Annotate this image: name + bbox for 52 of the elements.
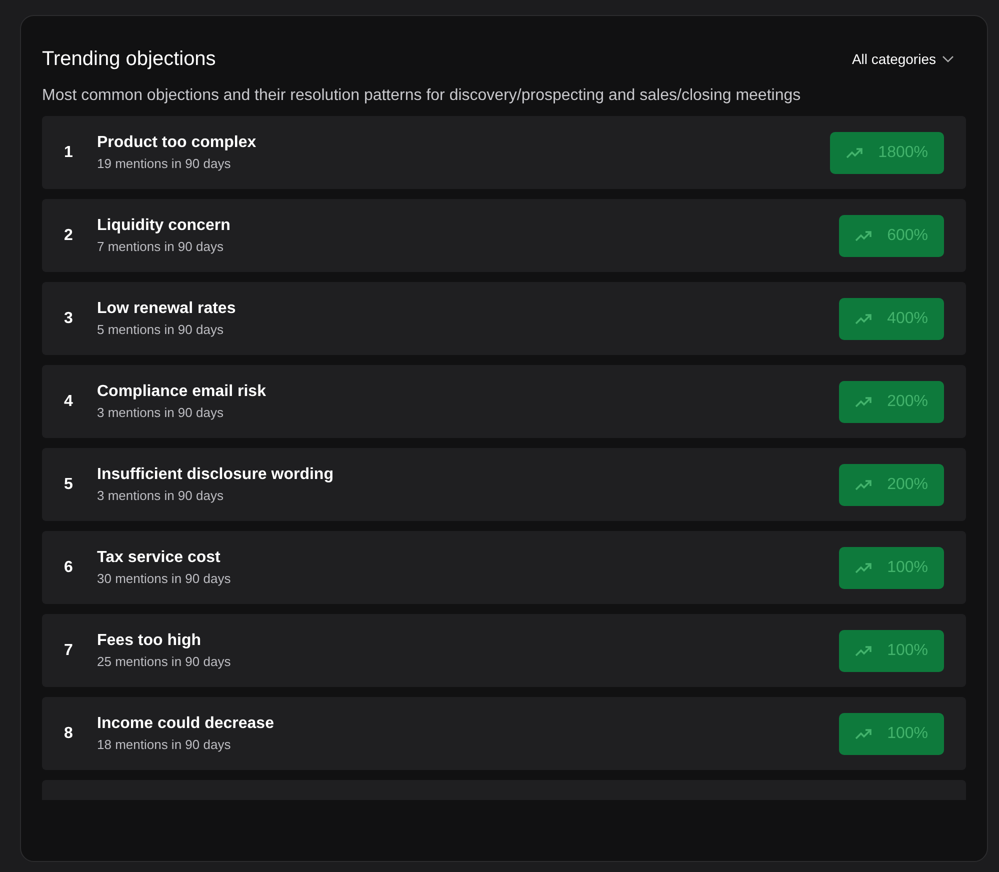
trend-badge: 1800% xyxy=(830,132,944,174)
trend-badge: 200% xyxy=(839,380,944,422)
mention-count: 25 mentions in 90 days xyxy=(97,652,232,671)
objection-name: Low renewal rates xyxy=(97,298,237,318)
rank-number: 4 xyxy=(64,392,74,412)
mention-count: 18 mentions in 90 days xyxy=(97,736,232,754)
trend-up-icon xyxy=(855,644,874,656)
objection-name: Compliance email risk xyxy=(97,382,267,402)
mention-count: 19 mentions in 90 days xyxy=(97,154,232,173)
trend-up-icon xyxy=(855,230,874,242)
objection-row[interactable]: 3 Low renewal rates 5 mentions in 90 days 400% xyxy=(42,282,966,355)
trend-up-icon xyxy=(846,146,864,158)
rank-number: 6 xyxy=(64,558,74,578)
trend-up-icon xyxy=(855,728,874,740)
objection-name: Product too complex xyxy=(97,132,258,152)
chevron-down-icon xyxy=(942,55,954,63)
rank-number: 8 xyxy=(64,724,74,744)
card-description: Most common objections and their resolution patterns for discovery/prospecting and sales/closing meetings xyxy=(42,86,802,106)
objection-name: Insufficient disclosure wording xyxy=(97,464,334,484)
objection-row[interactable]: 5 Insufficient disclosure wording 3 mentions in 90 days 200% xyxy=(42,448,966,521)
category-dropdown[interactable]: All categories xyxy=(852,48,954,70)
objection-row[interactable]: 2 Liquidity concern 7 mentions in 90 days 600% xyxy=(42,199,966,272)
trend-badge: 600% xyxy=(839,214,944,256)
objection-row[interactable]: 6 Tax service cost 30 mentions in 90 days 100% xyxy=(42,531,966,604)
objection-name: Liquidity concern xyxy=(97,216,232,236)
objection-name: Income could decrease xyxy=(97,714,275,734)
trend-badge: 200% xyxy=(839,464,944,506)
objection-row[interactable]: 7 Fees too high 25 mentions in 90 days 100% xyxy=(42,614,966,687)
mention-count: 7 mentions in 90 days xyxy=(97,238,224,256)
trend-up-icon xyxy=(855,312,874,324)
card-title: Trending objections xyxy=(42,47,216,72)
trend-badge: 400% xyxy=(839,298,944,340)
trend-up-icon xyxy=(855,396,874,408)
objection-name: Fees too high xyxy=(97,630,202,650)
rank-number: 2 xyxy=(64,226,74,246)
objection-row[interactable]: 8 Income could decrease 18 mentions in 90 days 100% xyxy=(42,697,966,770)
rank-number: 5 xyxy=(64,474,74,494)
rank-number: 1 xyxy=(64,142,74,162)
objection-row[interactable]: 4 Compliance email risk 3 mentions in 90 days 200% xyxy=(42,365,966,438)
mention-count: 3 mentions in 90 days xyxy=(97,404,224,422)
trend-up-icon xyxy=(855,478,874,490)
objection-name: Tax service cost xyxy=(97,548,222,568)
mention-count: 3 mentions in 90 days xyxy=(97,486,224,505)
mention-count: 30 mentions in 90 days xyxy=(97,570,232,588)
trend-badge: 100% xyxy=(839,712,944,754)
rank-number: 3 xyxy=(64,308,74,328)
trend-badge: 100% xyxy=(839,630,944,672)
mention-count: 5 mentions in 90 days xyxy=(97,320,224,339)
trend-badge: 100% xyxy=(839,546,944,588)
objection-row[interactable]: 1 Product too complex 19 mentions in 90 days 1800% xyxy=(42,116,966,189)
trend-up-icon xyxy=(855,562,874,574)
rank-number: 7 xyxy=(64,640,74,660)
